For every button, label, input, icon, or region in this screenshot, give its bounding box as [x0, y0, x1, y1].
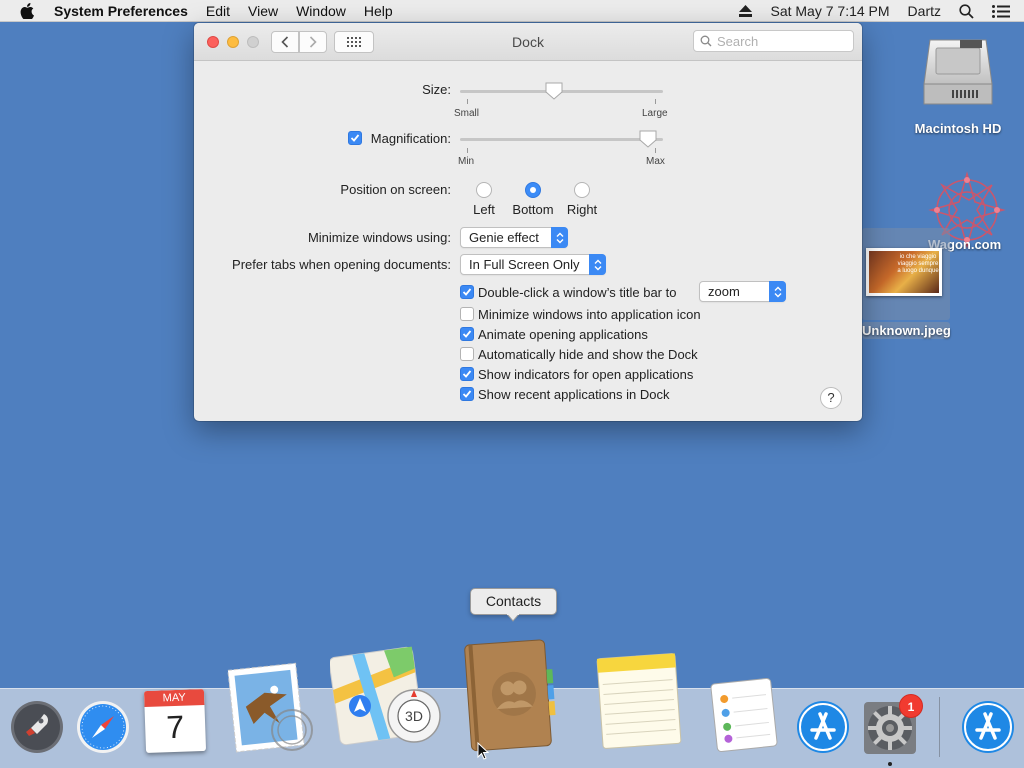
prefer-tabs-popup[interactable]: In Full Screen Only — [460, 254, 606, 275]
menu-bar: System Preferences Edit View Window Help… — [0, 0, 1024, 22]
magnification-slider[interactable] — [460, 130, 663, 148]
position-bottom-radio[interactable] — [525, 182, 541, 198]
show-indicators-checkbox[interactable] — [460, 367, 474, 381]
eject-icon[interactable] — [739, 5, 753, 17]
popup-value: In Full Screen Only — [469, 257, 580, 272]
popup-arrows-icon — [551, 227, 568, 248]
popup-value: zoom — [708, 284, 740, 299]
menu-edit[interactable]: Edit — [206, 3, 230, 19]
show-recent-apps-label: Show recent applications in Dock — [478, 387, 670, 402]
menu-clock[interactable]: Sat May 7 7:14 PM — [770, 3, 889, 19]
notes-icon[interactable] — [592, 650, 686, 752]
checkmark-icon — [462, 288, 472, 296]
magnification-min-label: Min — [458, 156, 475, 167]
desktop-icon-macintosh-hd[interactable]: Macintosh HD — [910, 34, 1006, 136]
calendar-day: 7 — [165, 708, 185, 746]
desktop-icon-label: Macintosh HD — [914, 121, 1002, 136]
maps-icon[interactable]: 3D — [330, 644, 442, 746]
checkmark-icon — [462, 330, 472, 338]
auto-hide-dock-checkbox[interactable] — [460, 347, 474, 361]
slider-tick — [467, 148, 468, 153]
jpeg-thumbnail: io che viaggio viaggio sempre a luogo du… — [866, 248, 942, 296]
position-right-label: Right — [566, 202, 598, 217]
slider-thumb[interactable] — [639, 130, 657, 148]
spotlight-search-icon[interactable] — [959, 3, 974, 19]
dock-separator — [939, 697, 940, 757]
position-label: Position on screen: — [340, 182, 451, 197]
launchpad-icon[interactable] — [10, 700, 64, 754]
app-store-icon[interactable] — [796, 700, 850, 754]
running-indicator — [888, 762, 892, 766]
hard-drive-icon — [923, 39, 993, 105]
magnification-checkbox[interactable] — [348, 131, 362, 145]
slider-tick — [655, 148, 656, 153]
calendar-icon[interactable]: MAY 7 — [143, 688, 207, 754]
slider-track — [460, 138, 663, 141]
menu-window[interactable]: Window — [296, 3, 346, 19]
search-field[interactable] — [693, 30, 854, 52]
slider-tick — [467, 99, 468, 104]
size-max-label: Large — [642, 108, 668, 119]
menu-view[interactable]: View — [248, 3, 278, 19]
prefer-tabs-label: Prefer tabs when opening documents: — [232, 257, 451, 272]
menu-app-name[interactable]: System Preferences — [54, 3, 188, 19]
search-input[interactable] — [717, 33, 847, 49]
dock-tooltip: Contacts — [470, 588, 557, 615]
slider-thumb[interactable] — [545, 82, 563, 100]
size-min-label: Small — [454, 108, 480, 119]
window-titlebar[interactable]: Dock — [194, 23, 862, 61]
reminders-icon[interactable] — [708, 675, 780, 755]
notification-badge: 1 — [899, 694, 923, 718]
notification-center-icon[interactable] — [992, 4, 1010, 18]
animate-opening-label: Animate opening applications — [478, 327, 648, 342]
contacts-icon[interactable] — [462, 636, 562, 754]
size-slider[interactable] — [460, 82, 663, 100]
size-label: Size: — [422, 82, 451, 97]
help-button[interactable]: ? — [820, 387, 842, 409]
double-click-action-popup[interactable]: zoom — [699, 281, 786, 302]
minimize-into-icon-checkbox[interactable] — [460, 307, 474, 321]
menu-user[interactable]: Dartz — [908, 3, 941, 19]
popup-arrows-icon — [769, 281, 786, 302]
double-click-checkbox[interactable] — [460, 285, 474, 299]
thumbnail-caption: io che viaggio viaggio sempre a luogo du… — [897, 254, 939, 274]
minimize-effect-popup[interactable]: Genie effect — [460, 227, 568, 248]
search-icon — [700, 35, 712, 47]
mail-icon[interactable] — [226, 660, 318, 754]
checkmark-icon — [350, 134, 360, 142]
desktop-icon-unknown-jpeg[interactable]: io che viaggio viaggio sempre a luogo du… — [862, 228, 951, 340]
show-indicators-label: Show indicators for open applications — [478, 367, 694, 382]
double-click-label: Double-click a window’s title bar to — [478, 285, 677, 300]
magnification-max-label: Max — [646, 156, 665, 167]
minimize-into-icon-label: Minimize windows into application icon — [478, 307, 701, 322]
popup-arrows-icon — [589, 254, 606, 275]
apple-logo-icon[interactable] — [20, 2, 34, 19]
checkmark-icon — [462, 370, 472, 378]
checkmark-icon — [462, 390, 472, 398]
popup-value: Genie effect — [469, 230, 539, 245]
auto-hide-dock-label: Automatically hide and show the Dock — [478, 347, 698, 362]
recent-app-store-icon[interactable] — [961, 700, 1015, 754]
maps-3d-label: 3D — [405, 708, 423, 724]
tooltip-tail — [507, 614, 519, 622]
slider-tick — [655, 99, 656, 104]
show-recent-apps-checkbox[interactable] — [460, 387, 474, 401]
safari-icon[interactable] — [76, 700, 130, 754]
position-left-radio[interactable] — [476, 182, 492, 198]
dock-preferences-window: Dock Size: Small Large Magnification: Mi… — [194, 23, 862, 421]
animate-opening-checkbox[interactable] — [460, 327, 474, 341]
magnification-label: Magnification: — [370, 131, 451, 146]
desktop-icon-label: Unknown.jpeg — [862, 322, 951, 339]
position-right-radio[interactable] — [574, 182, 590, 198]
minimize-label: Minimize windows using: — [307, 230, 451, 245]
mouse-pointer-icon — [477, 742, 489, 760]
menu-help[interactable]: Help — [364, 3, 393, 19]
